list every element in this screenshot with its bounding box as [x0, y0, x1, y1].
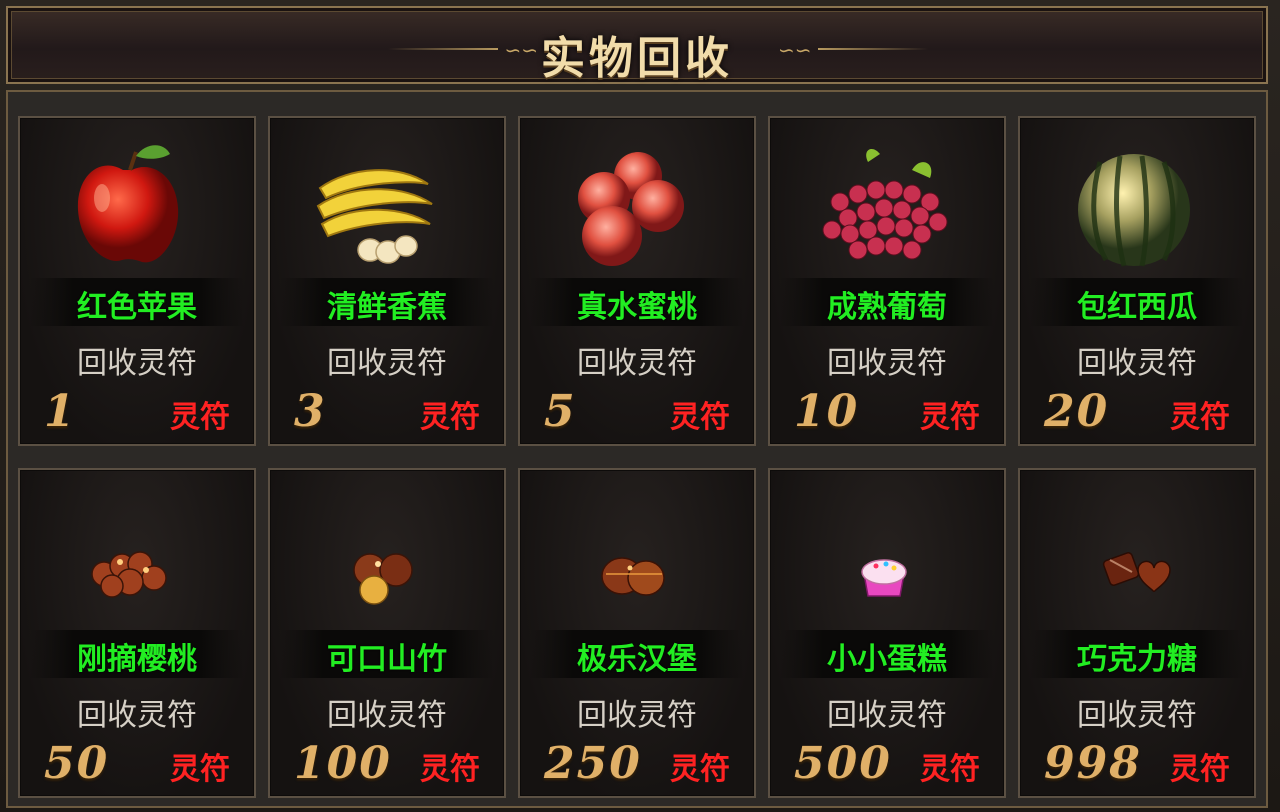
item-name: 成熟葡萄 [827, 290, 947, 325]
chocolate-icon [1020, 478, 1254, 628]
item-name: 真水蜜桃 [577, 290, 697, 325]
item-price: 1 [44, 386, 77, 437]
hamburger-icon [520, 478, 754, 628]
watermelon-icon [1020, 126, 1254, 276]
recycle-label: 回收灵符 [1077, 346, 1197, 381]
recycle-label: 回收灵符 [577, 698, 697, 733]
recycle-label: 回收灵符 [327, 698, 447, 733]
title-ornament-right: ∽∽ [768, 38, 928, 62]
currency-label: 灵符 [420, 752, 480, 787]
recycle-window: ∽∽ 实物回收 ∽∽ 红色苹果 回收灵符 1 灵符 清鲜香蕉 回收灵符 3 灵符… [0, 0, 1280, 812]
item-card-chocolate[interactable]: 巧克力糖 回收灵符 998 灵符 [1018, 468, 1256, 798]
item-name: 巧克力糖 [1077, 642, 1197, 677]
item-price: 100 [294, 738, 392, 789]
recycle-label: 回收灵符 [827, 698, 947, 733]
item-price: 20 [1044, 386, 1110, 437]
peach-icon [520, 126, 754, 276]
item-card-watermelon[interactable]: 包红西瓜 回收灵符 20 灵符 [1018, 116, 1256, 446]
currency-label: 灵符 [670, 400, 730, 435]
item-price: 250 [544, 738, 642, 789]
recycle-label: 回收灵符 [577, 346, 697, 381]
currency-label: 灵符 [670, 752, 730, 787]
currency-label: 灵符 [420, 400, 480, 435]
item-card-cake[interactable]: 小小蛋糕 回收灵符 500 灵符 [768, 468, 1006, 798]
item-price: 50 [44, 738, 110, 789]
item-name: 小小蛋糕 [827, 642, 947, 677]
item-price: 3 [294, 386, 327, 437]
item-card-banana[interactable]: 清鲜香蕉 回收灵符 3 灵符 [268, 116, 506, 446]
item-price: 5 [544, 386, 577, 437]
item-card-peach[interactable]: 真水蜜桃 回收灵符 5 灵符 [518, 116, 756, 446]
title-bar: ∽∽ 实物回收 ∽∽ [6, 6, 1268, 84]
item-card-grape[interactable]: 成熟葡萄 回收灵符 10 灵符 [768, 116, 1006, 446]
mangosteen-icon [270, 478, 504, 628]
currency-label: 灵符 [1170, 752, 1230, 787]
cherry-icon [20, 478, 254, 628]
currency-label: 灵符 [920, 400, 980, 435]
grape-icon [770, 126, 1004, 276]
apple-icon [20, 126, 254, 276]
recycle-label: 回收灵符 [327, 346, 447, 381]
currency-label: 灵符 [170, 752, 230, 787]
recycle-label: 回收灵符 [77, 346, 197, 381]
item-card-hamburger[interactable]: 极乐汉堡 回收灵符 250 灵符 [518, 468, 756, 798]
currency-label: 灵符 [170, 400, 230, 435]
item-name: 可口山竹 [327, 642, 447, 677]
item-name: 刚摘樱桃 [77, 642, 197, 677]
item-grid: 红色苹果 回收灵符 1 灵符 清鲜香蕉 回收灵符 3 灵符 真水蜜桃 回收灵符 … [6, 90, 1268, 808]
window-title: 实物回收 [541, 33, 733, 84]
item-card-mangosteen[interactable]: 可口山竹 回收灵符 100 灵符 [268, 468, 506, 798]
cake-icon [770, 478, 1004, 628]
recycle-label: 回收灵符 [1077, 698, 1197, 733]
item-price: 500 [794, 738, 892, 789]
item-card-cherry[interactable]: 刚摘樱桃 回收灵符 50 灵符 [18, 468, 256, 798]
currency-label: 灵符 [920, 752, 980, 787]
item-price: 998 [1044, 738, 1142, 789]
recycle-label: 回收灵符 [77, 698, 197, 733]
item-name: 包红西瓜 [1077, 290, 1197, 325]
banana-icon [270, 126, 504, 276]
item-name: 清鲜香蕉 [327, 290, 447, 325]
item-price: 10 [794, 386, 860, 437]
recycle-label: 回收灵符 [827, 346, 947, 381]
item-card-apple[interactable]: 红色苹果 回收灵符 1 灵符 [18, 116, 256, 446]
item-name: 红色苹果 [77, 290, 197, 325]
item-name: 极乐汉堡 [577, 642, 697, 677]
currency-label: 灵符 [1170, 400, 1230, 435]
